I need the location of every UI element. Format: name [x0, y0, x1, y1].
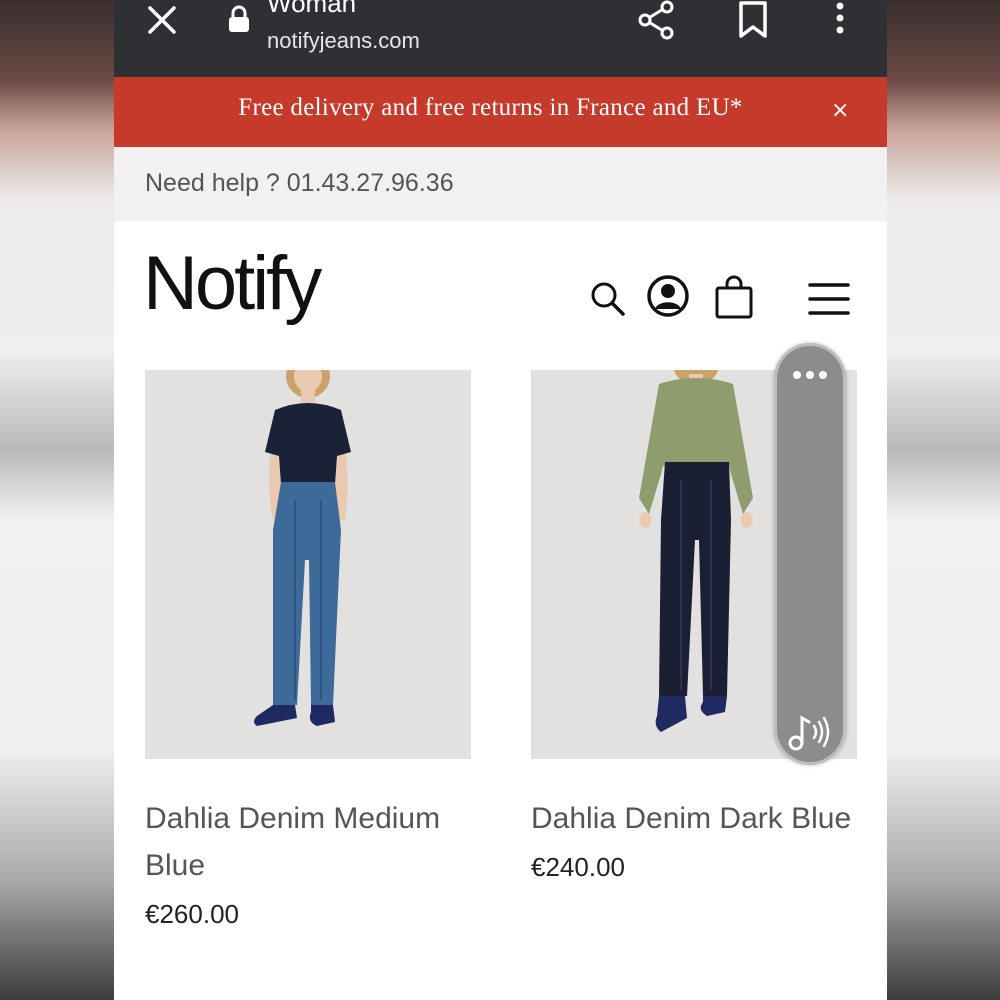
browser-toolbar: Woman notifyjeans.com: [114, 0, 887, 77]
product-image[interactable]: [145, 370, 471, 759]
product-card[interactable]: Dahlia Denim Medium Blue €260.00: [145, 370, 471, 930]
site-logo[interactable]: Notify: [143, 240, 322, 327]
edge-panel[interactable]: [774, 343, 846, 765]
hamburger-menu-icon[interactable]: [808, 282, 850, 316]
model-illustration: [145, 370, 471, 759]
share-icon[interactable]: [636, 0, 676, 40]
product-price: €260.00: [145, 899, 239, 929]
more-horizontal-icon[interactable]: [791, 368, 829, 382]
lock-icon: [229, 5, 249, 32]
close-icon[interactable]: [144, 2, 184, 42]
promo-banner: Free delivery and free returns in France…: [114, 77, 887, 147]
promo-close-button[interactable]: ×: [831, 98, 849, 123]
promo-text: Free delivery and free returns in France…: [238, 94, 743, 121]
search-icon[interactable]: [590, 281, 626, 317]
url-text[interactable]: notifyjeans.com: [267, 28, 420, 54]
page-title: Woman: [267, 0, 357, 18]
help-phone-text[interactable]: Need help ? 01.43.27.96.36: [145, 169, 454, 198]
account-icon[interactable]: [646, 274, 690, 318]
music-note-icon[interactable]: [787, 712, 833, 752]
product-name[interactable]: Dahlia Denim Dark Blue: [531, 795, 857, 842]
shopping-bag-icon[interactable]: [714, 274, 754, 320]
help-bar: Need help ? 01.43.27.96.36: [114, 147, 887, 221]
phone-screen: Woman notifyjeans.com Free delivery and …: [114, 0, 887, 1000]
more-vertical-icon[interactable]: [830, 0, 850, 40]
product-name[interactable]: Dahlia Denim Medium Blue: [145, 795, 471, 889]
product-price: €240.00: [531, 852, 625, 882]
bookmark-icon[interactable]: [736, 0, 770, 40]
